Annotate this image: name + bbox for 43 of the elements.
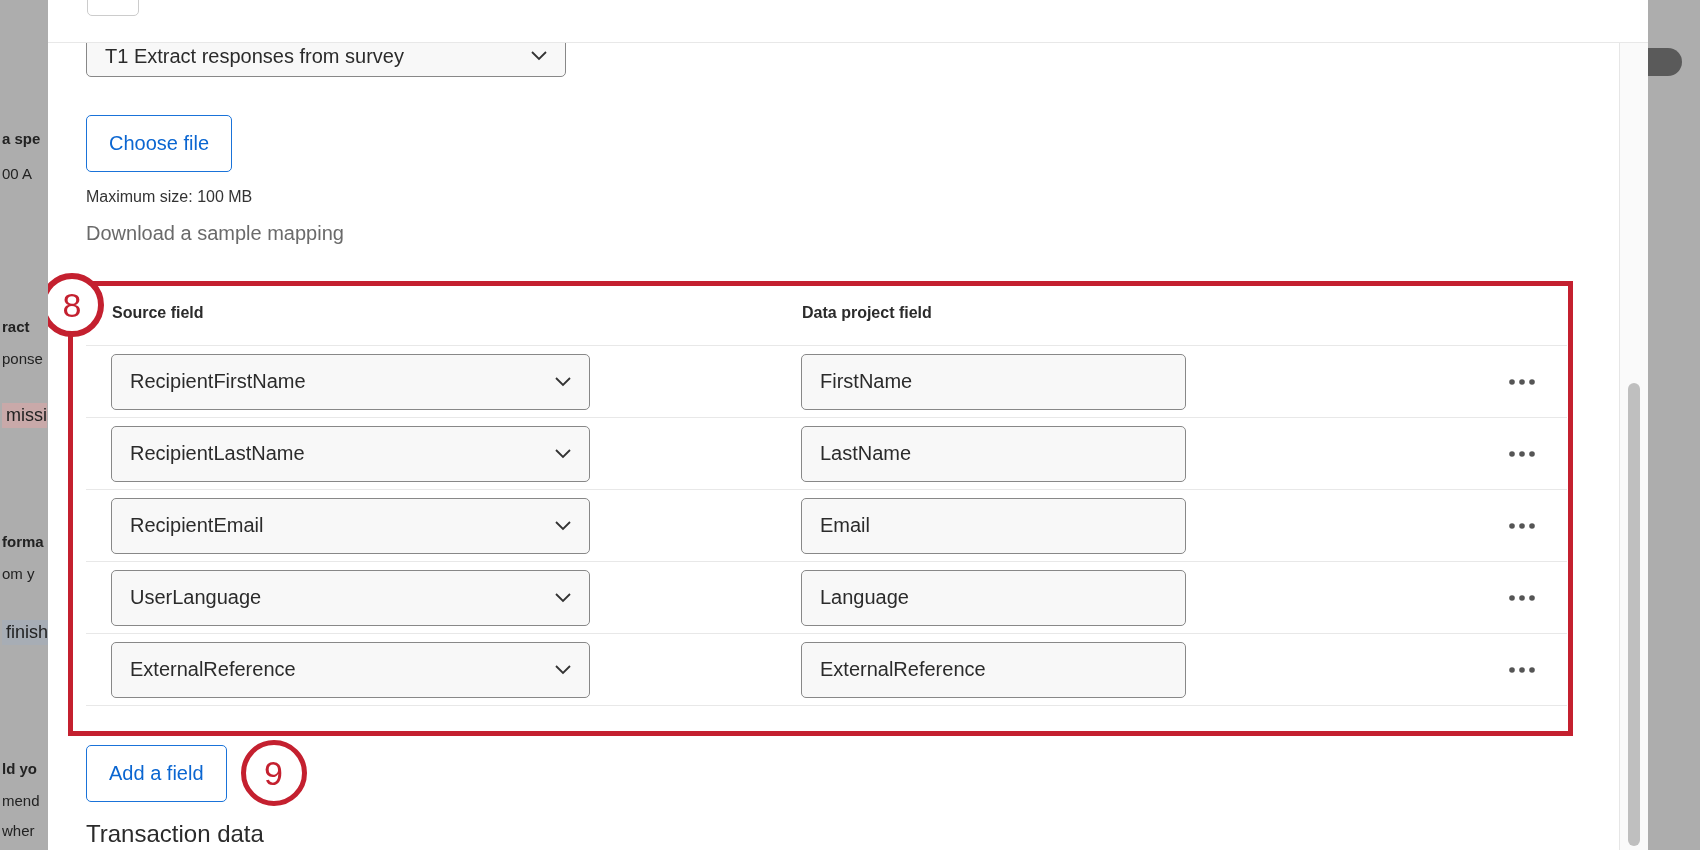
chevron-down-icon — [555, 592, 571, 603]
scrollbar[interactable] — [1619, 43, 1648, 850]
source-field-dropdown[interactable]: RecipientLastName — [111, 425, 590, 482]
more-options-icon[interactable] — [1509, 378, 1535, 385]
background-text: a spe — [2, 130, 41, 147]
column-header: Data project field — [802, 304, 932, 322]
source-field-dropdown[interactable]: ExternalReference — [111, 641, 590, 698]
background-text: wher — [2, 822, 35, 839]
data-project-field-input[interactable]: Language — [801, 569, 1186, 626]
background-text: forma — [2, 533, 44, 550]
callout-number: 8 — [48, 273, 104, 337]
add-field-button[interactable]: Add a field — [86, 744, 227, 802]
more-options-icon[interactable] — [1509, 450, 1535, 457]
chevron-down-icon — [531, 51, 547, 61]
task-dropdown[interactable]: T1 Extract responses from survey — [86, 43, 566, 77]
more-options-icon[interactable] — [1509, 594, 1535, 601]
chevron-down-icon — [555, 520, 571, 531]
background-text: ld yo — [2, 760, 37, 777]
choose-file-button[interactable]: Choose file — [86, 115, 233, 172]
background-text: ponse — [2, 350, 43, 367]
background-text: 00 A — [2, 165, 33, 182]
callout-number: 9 — [240, 740, 307, 806]
background-text: finish — [2, 620, 48, 645]
data-project-field-input[interactable]: ExternalReference — [801, 641, 1186, 698]
background-text: om y — [2, 565, 35, 582]
background-text: ract — [2, 318, 30, 335]
background-text: missi — [2, 403, 47, 428]
max-size-note: Maximum size: 100 MB — [86, 188, 254, 206]
data-project-field-input[interactable]: LastName — [801, 425, 1186, 482]
source-field-dropdown[interactable]: UserLanguage — [111, 569, 590, 626]
chevron-down-icon — [555, 376, 571, 387]
chevron-down-icon — [555, 448, 571, 459]
more-options-icon[interactable] — [1509, 522, 1535, 529]
sample-mapping-link[interactable]: Download a sample mapping — [86, 222, 1619, 245]
source-field-dropdown[interactable]: RecipientFirstName — [111, 353, 590, 410]
section-heading: Transaction data — [86, 820, 265, 848]
more-options-icon[interactable] — [1509, 666, 1535, 673]
data-project-field-input[interactable]: Email — [801, 497, 1186, 554]
source-field-dropdown[interactable]: RecipientEmail — [111, 497, 590, 554]
background-text: mend — [2, 792, 40, 809]
column-header: Source field — [112, 304, 205, 322]
chevron-down-icon — [555, 664, 571, 675]
data-project-field-input[interactable]: FirstName — [801, 353, 1186, 410]
